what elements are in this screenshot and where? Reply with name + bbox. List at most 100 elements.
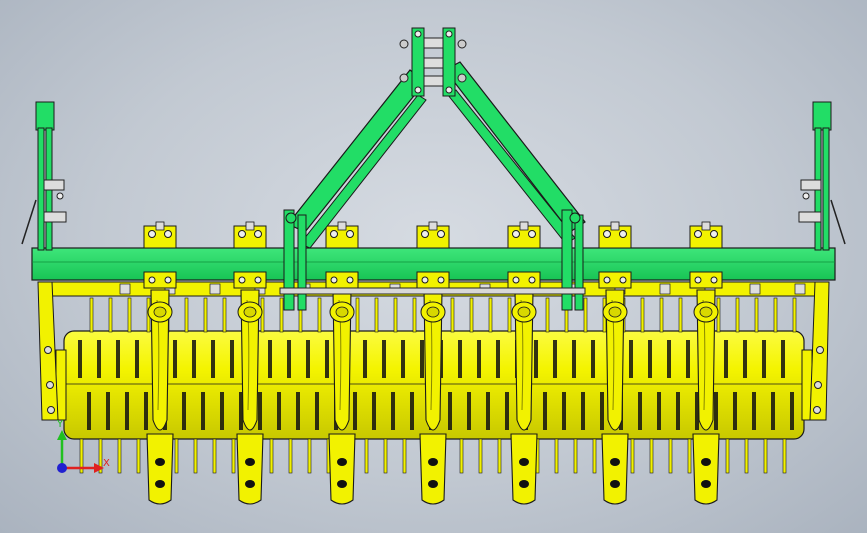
roller-spike: [573, 438, 578, 474]
roller-slot: [600, 392, 604, 430]
right-depth-post: [798, 101, 846, 251]
roller-slot: [211, 340, 215, 378]
roller-spike: [459, 438, 464, 474]
roller-slot: [296, 392, 300, 430]
roller-spike: [231, 438, 236, 474]
roller-spike: [792, 297, 797, 333]
roller-spike: [269, 438, 274, 474]
roller-spike: [212, 438, 217, 474]
roller-spike: [288, 438, 293, 474]
roller-spike: [687, 438, 692, 474]
roller-slot: [743, 340, 747, 378]
roller-spike: [374, 297, 379, 333]
roller-slot: [201, 392, 205, 430]
roller-slot: [125, 392, 129, 430]
roller-spike: [136, 438, 141, 474]
roller-spike: [488, 297, 493, 333]
roller-spike: [497, 438, 502, 474]
roller-spike: [307, 438, 312, 474]
roller-spike: [203, 297, 208, 333]
left-side-plate: [37, 281, 59, 421]
roller-spike: [279, 297, 284, 333]
roller-spike: [364, 438, 369, 474]
roller-spike: [735, 297, 740, 333]
cultivator-3d-model[interactable]: [0, 0, 867, 533]
roller-slot: [486, 392, 490, 430]
roller-spike: [469, 297, 474, 333]
roller-spike: [402, 438, 407, 474]
roller-spike: [222, 297, 227, 333]
roller-spike: [450, 297, 455, 333]
roller-spike: [184, 297, 189, 333]
roller-slot: [382, 340, 386, 378]
roller-spike: [355, 297, 360, 333]
roller-slot: [78, 340, 82, 378]
roller-slot: [97, 340, 101, 378]
roller-slot: [372, 392, 376, 430]
roller-slot: [667, 340, 671, 378]
roller-slot: [657, 392, 661, 430]
roller-spike: [754, 297, 759, 333]
roller-spike: [174, 438, 179, 474]
roller-slot: [448, 392, 452, 430]
roller-slot: [277, 392, 281, 430]
cad-viewport[interactable]: X Y: [0, 0, 867, 533]
roller-slot: [591, 340, 595, 378]
roller-slot: [762, 340, 766, 378]
roller-slot: [353, 392, 357, 430]
roller-spike: [89, 297, 94, 333]
roller-slot: [401, 340, 405, 378]
roller-slot: [87, 392, 91, 430]
roller-spike: [668, 438, 673, 474]
roller-slot: [182, 392, 186, 430]
roller-spike: [763, 438, 768, 474]
bracket-bolt: [794, 283, 806, 295]
roller-slot: [771, 392, 775, 430]
roller-slot: [268, 340, 272, 378]
roller-spike: [193, 438, 198, 474]
roller-slot: [790, 392, 794, 430]
roller-slot: [173, 340, 177, 378]
roller-slot: [676, 392, 680, 430]
roller-spike: [554, 438, 559, 474]
roller-slot: [534, 340, 538, 378]
roller-slot: [724, 340, 728, 378]
roller-slot: [458, 340, 462, 378]
bracket-bolt: [659, 283, 671, 295]
roller-slot: [467, 392, 471, 430]
roller-slot: [220, 392, 224, 430]
roller-spike: [507, 297, 512, 333]
roller-slot: [144, 392, 148, 430]
right-side-plate: [809, 281, 830, 421]
roller-slot: [562, 392, 566, 430]
roller-slot: [258, 392, 262, 430]
axis-x-label: X: [103, 458, 110, 469]
roller-slot: [363, 340, 367, 378]
roller-slot: [572, 340, 576, 378]
roller-slot: [192, 340, 196, 378]
roller-spike: [659, 297, 664, 333]
roller-slot: [752, 392, 756, 430]
roller-spike: [393, 297, 398, 333]
roller-slot: [477, 340, 481, 378]
roller-slot: [116, 340, 120, 378]
roller-spike: [744, 438, 749, 474]
roller-spike: [773, 297, 778, 333]
roller-spike: [583, 297, 588, 333]
roller-slot: [543, 392, 547, 430]
roller-spike: [678, 297, 683, 333]
roller-spike: [478, 438, 483, 474]
roller-slot: [325, 340, 329, 378]
roller-slot: [781, 340, 785, 378]
axis-y-label: Y: [57, 419, 64, 430]
roller-spike: [317, 297, 322, 333]
roller-spike: [108, 297, 113, 333]
roller-slot: [505, 392, 509, 430]
roller-slot: [306, 340, 310, 378]
roller-spike: [649, 438, 654, 474]
roller-spike: [383, 438, 388, 474]
roller-slot: [230, 340, 234, 378]
bracket-bolt: [209, 283, 221, 295]
roller-spike: [725, 438, 730, 474]
roller-spike: [545, 297, 550, 333]
